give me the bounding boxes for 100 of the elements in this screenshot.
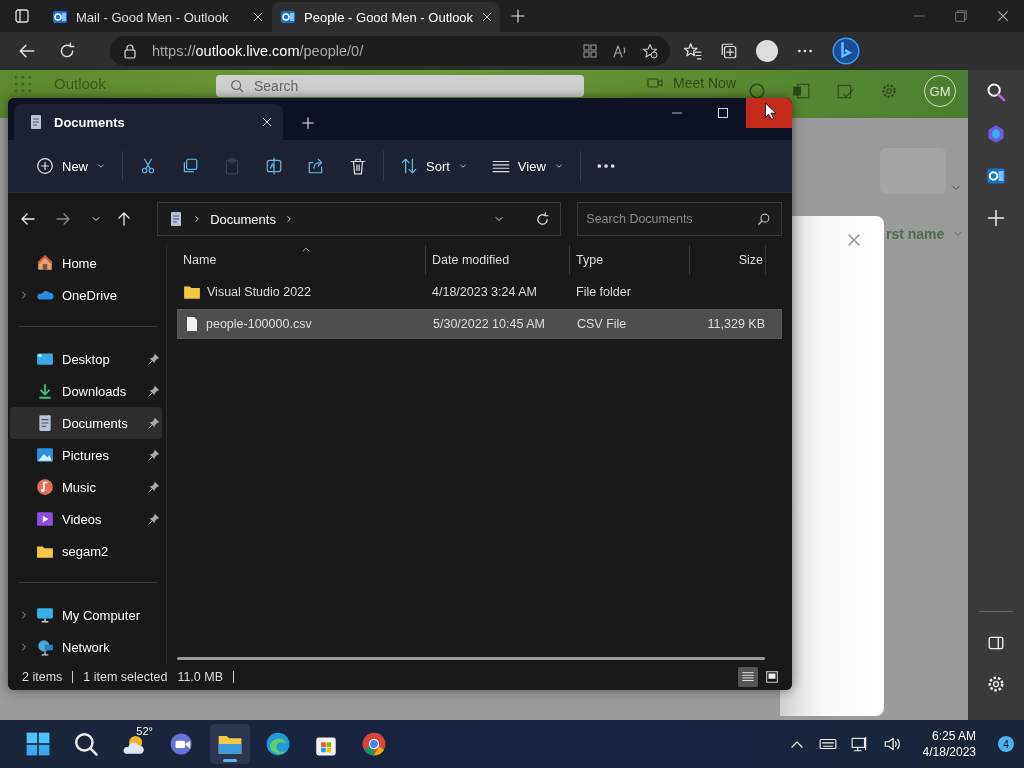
clipboard-icon: [223, 157, 241, 175]
profile-avatar[interactable]: [756, 40, 778, 62]
browser-tab[interactable]: Mail - Good Men - Outlook: [44, 2, 272, 32]
column-header[interactable]: Type: [570, 245, 690, 275]
music-icon: [36, 478, 54, 496]
caret-icon: [553, 161, 564, 171]
network-icon[interactable]: [850, 735, 869, 753]
file-row[interactable]: people-100000.csv 5/30/2022 10:45 AM CSV File 11,329 KB: [177, 309, 782, 339]
nav-item[interactable]: OneDrive: [10, 279, 162, 311]
close-icon: [481, 11, 494, 23]
search-icon[interactable]: [986, 82, 1006, 102]
chrome-icon[interactable]: [361, 731, 387, 757]
back-icon[interactable]: [20, 211, 36, 227]
home-icon: [36, 254, 54, 272]
new-tab-icon[interactable]: [301, 116, 315, 130]
selection-size: 11.0 MB: [177, 670, 223, 684]
nav-item[interactable]: Desktop: [10, 343, 162, 375]
desktop-icon: [36, 350, 54, 368]
outlook-icon[interactable]: [986, 166, 1006, 186]
tab-title: Documents: [54, 114, 126, 130]
clock-time[interactable]: 6:25 AM: [931, 729, 976, 743]
close-button[interactable]: [746, 98, 792, 128]
pin-icon: [148, 513, 160, 525]
notification-badge[interactable]: 4: [998, 736, 1014, 752]
volume-icon[interactable]: [882, 735, 901, 753]
more-icon: [596, 164, 615, 168]
copy-icon: [181, 157, 199, 175]
address-bar[interactable]: https://outlook.live.com/people/0/: [110, 36, 670, 66]
forward-icon[interactable]: [55, 211, 72, 227]
clock-date[interactable]: 4/18/2023: [922, 745, 976, 759]
browser-tab[interactable]: People - Good Men - Outlook: [272, 2, 500, 32]
outlook-icon: [52, 9, 68, 25]
refresh-icon[interactable]: [58, 42, 76, 60]
new-tab-icon[interactable]: [510, 8, 526, 24]
lock-icon: [122, 43, 138, 59]
search-field[interactable]: Search: [216, 75, 584, 97]
nav-item[interactable]: Home: [10, 247, 162, 279]
item-count: 2 items: [22, 670, 63, 684]
sidebar-panel-icon[interactable]: [987, 634, 1005, 652]
pin-icon: [148, 385, 160, 397]
details-view-button[interactable]: [738, 667, 758, 687]
new-button[interactable]: New: [30, 150, 112, 182]
search-icon: [230, 79, 244, 93]
column-header[interactable]: Date modified: [426, 245, 570, 275]
outlook-icon: [280, 9, 296, 25]
nav-item[interactable]: Videos: [10, 503, 162, 535]
collections-icon[interactable]: [720, 42, 738, 60]
explorer-tab[interactable]: Documents: [14, 104, 283, 140]
caret-icon: [457, 161, 468, 171]
back-icon[interactable]: [18, 42, 36, 60]
download-icon: [36, 382, 54, 400]
nav-item[interactable]: My Computer: [10, 599, 162, 631]
address-bar[interactable]: Documents: [157, 202, 562, 236]
search-icon[interactable]: [73, 731, 99, 757]
tab-actions-icon[interactable]: [14, 8, 30, 24]
type-cell-text: CSV File: [576, 317, 628, 331]
taskbar-button[interactable]: [210, 724, 250, 764]
pin-icon: [148, 417, 160, 429]
nav-item[interactable]: Music: [10, 471, 162, 503]
nav-item[interactable]: segam2: [10, 535, 162, 567]
tiles-view-icon: [765, 670, 779, 684]
settings-icon[interactable]: [986, 674, 1006, 694]
video-icon: [36, 510, 54, 528]
caret-icon: [96, 161, 106, 171]
size-cell-text: 11,329 KB: [706, 317, 766, 331]
file-name: people-100000.csv: [206, 317, 312, 331]
file-row[interactable]: Visual Studio 2022 4/18/2023 3:24 AM File folder: [177, 277, 782, 307]
nav-item[interactable]: Documents: [10, 407, 162, 439]
calendar-check-icon[interactable]: [836, 82, 854, 100]
column-header[interactable]: Size: [690, 245, 766, 275]
favorite-add-icon[interactable]: [642, 43, 658, 59]
edge-icon[interactable]: [265, 731, 291, 757]
nav-item[interactable]: Network: [10, 631, 162, 663]
share-icon: [307, 157, 325, 175]
scrollbar[interactable]: [177, 657, 765, 660]
column-header[interactable]: Name: [177, 245, 426, 275]
read-aloud-icon[interactable]: [612, 43, 628, 59]
picture-icon: [36, 446, 54, 464]
view-button[interactable]: View: [485, 150, 570, 182]
taskbar-button[interactable]: 52°: [114, 724, 154, 764]
apps-icon[interactable]: [582, 43, 598, 59]
rename-icon: [265, 157, 283, 175]
video-chat-icon[interactable]: [169, 731, 195, 757]
date-cell-text: 5/30/2022 10:45 AM: [432, 317, 546, 331]
sort-button[interactable]: Sort: [394, 150, 474, 182]
nav-item[interactable]: Pictures: [10, 439, 162, 471]
breadcrumb-item[interactable]: Documents: [210, 211, 276, 227]
favorites-icon[interactable]: [684, 42, 702, 60]
close-icon[interactable]: [261, 116, 273, 128]
search-field[interactable]: Search Documents: [577, 202, 782, 236]
add-icon[interactable]: [986, 208, 1006, 228]
start-icon[interactable]: [25, 731, 51, 757]
app-name: Outlook: [54, 75, 107, 92]
close-icon: [996, 9, 1010, 23]
type-cell-text: File folder: [575, 285, 632, 299]
nav-item[interactable]: Downloads: [10, 375, 162, 407]
trash-icon: [349, 157, 367, 175]
computer-icon: [36, 606, 54, 624]
refresh-icon[interactable]: [535, 211, 551, 227]
plus-circle-icon: [36, 157, 54, 175]
